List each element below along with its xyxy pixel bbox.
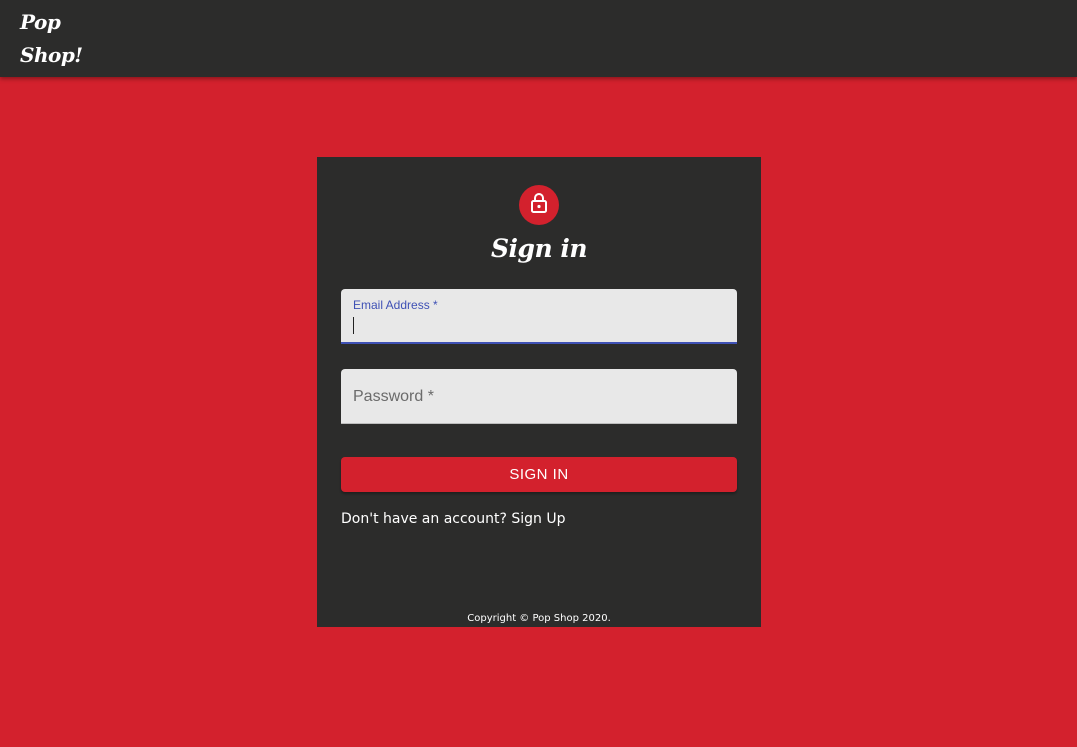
copyright-text: Copyright © Pop Shop 2020. [467, 613, 611, 624]
email-label: Email Address * [353, 298, 438, 312]
signin-button[interactable]: SIGN IN [341, 457, 737, 492]
password-field[interactable]: Password * [341, 369, 737, 424]
top-app-bar: Pop Shop! [0, 0, 1077, 77]
signin-card: Sign in Email Address * Password * SIGN … [317, 157, 761, 627]
email-input[interactable] [353, 315, 725, 337]
brand-logo[interactable]: Pop Shop! [20, 6, 90, 72]
text-caret [353, 317, 354, 334]
page-title: Sign in [490, 234, 588, 263]
email-field[interactable]: Email Address * [341, 289, 737, 344]
signup-link[interactable]: Don't have an account? Sign Up [341, 510, 566, 528]
lock-icon [530, 192, 548, 219]
password-input[interactable] [353, 395, 725, 417]
lock-avatar [519, 185, 559, 225]
